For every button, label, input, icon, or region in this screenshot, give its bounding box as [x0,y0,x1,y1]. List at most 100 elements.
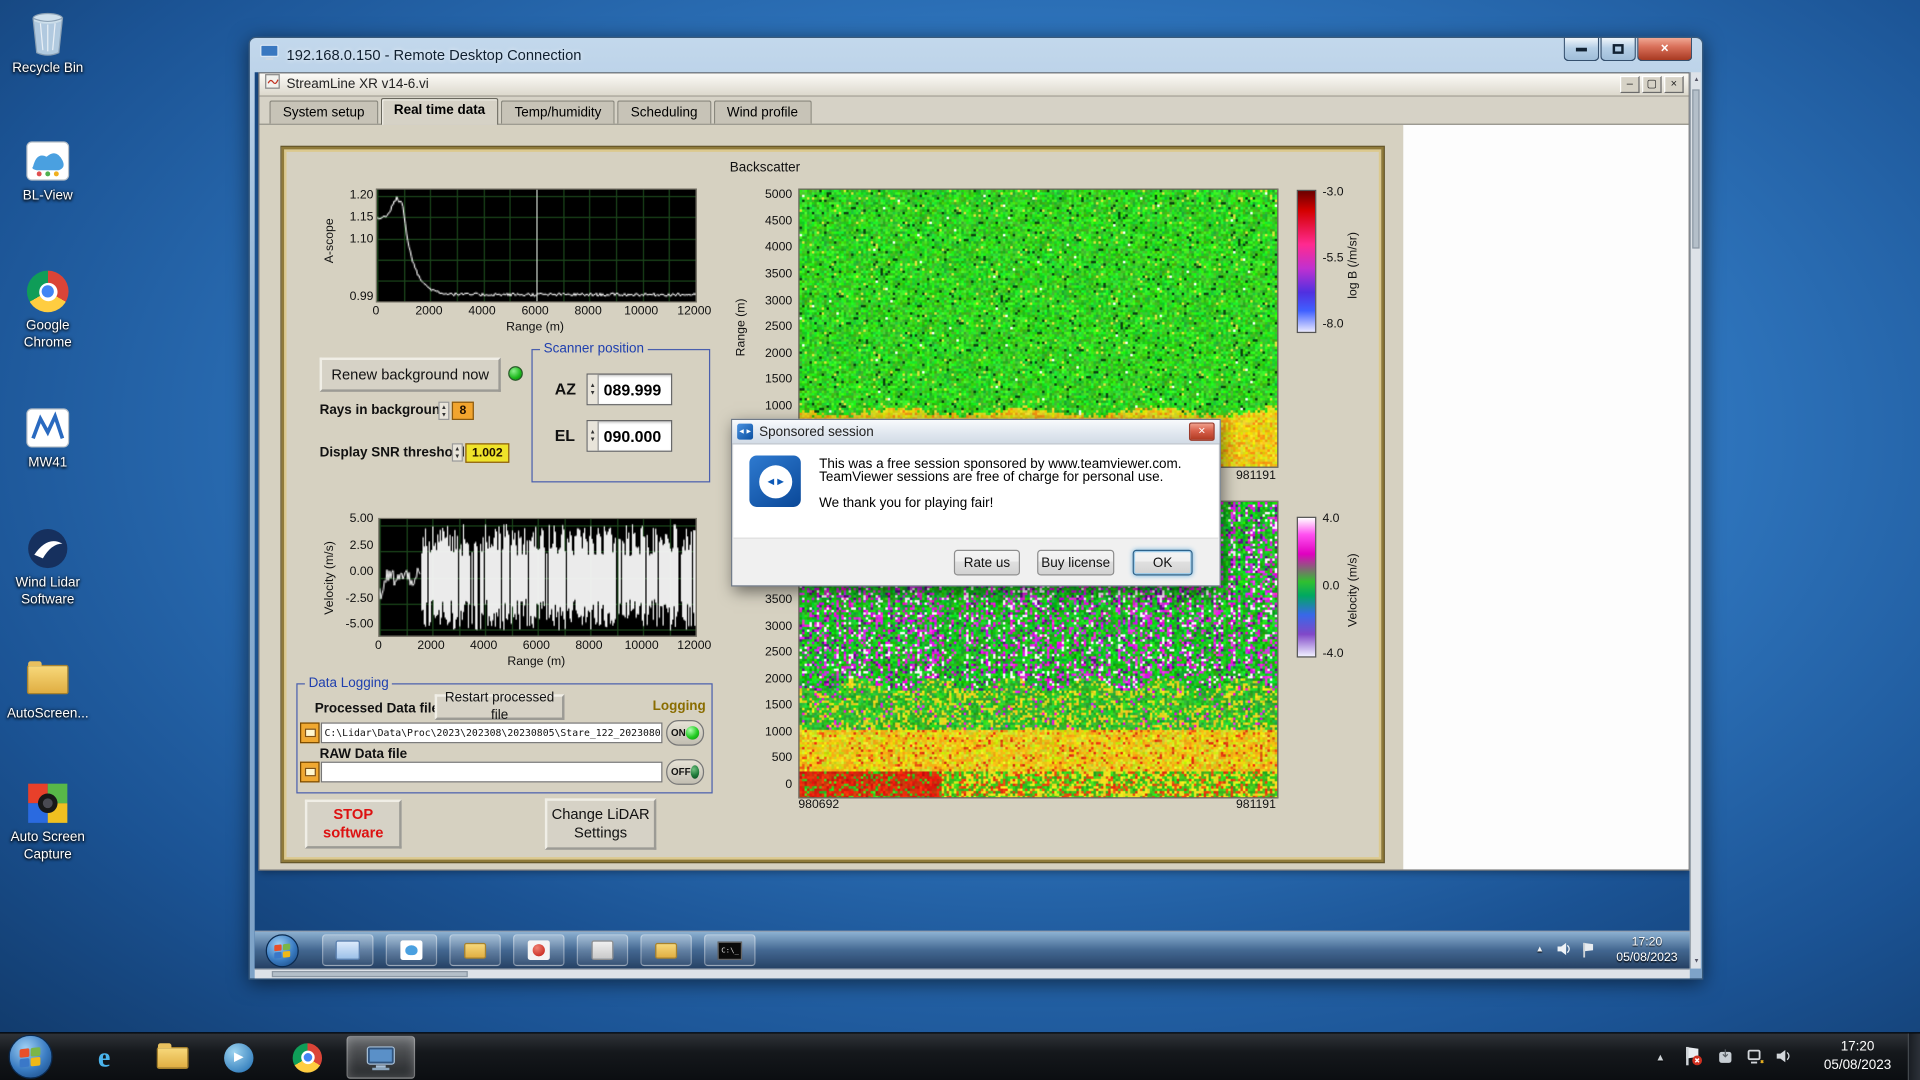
tick-label: 5.00 [349,512,374,526]
streamline-titlebar[interactable]: StreamLine XR v14-6.vi – ▢ × [259,73,1689,97]
snr-spinner[interactable]: ▲ ▼ [451,443,463,462]
rdp-maximize-button[interactable] [1600,37,1636,62]
stop-software-button[interactable]: STOP software [304,799,402,849]
taskbar-explorer-folder-icon[interactable] [143,1036,202,1079]
remote-clock-time: 17:20 [1631,935,1663,949]
raw-logging-toggle[interactable]: OFF [666,759,705,785]
ok-button[interactable]: OK [1132,549,1193,576]
desktop-icon-label: AutoScreen... [6,706,89,722]
scanner-position-title: Scanner position [540,341,648,357]
tick-label: 3500 [765,267,793,281]
desktop-icon-mw41[interactable]: MW41 [2,404,93,472]
rdp-horizontal-scrollbar[interactable] [254,968,1690,979]
taskbar-rdp-active-icon[interactable] [346,1035,416,1079]
streamline-close-button[interactable]: × [1664,75,1684,94]
raw-path-field[interactable] [320,761,663,783]
taskbar-chrome-icon[interactable] [278,1036,337,1079]
tray-volume-icon[interactable] [1776,1048,1793,1066]
streamline-window-title: StreamLine XR v14-6.vi [286,77,429,92]
desktop-icon-autoscreen[interactable]: AutoScreen... [2,655,93,723]
rate-us-button[interactable]: Rate us [953,549,1020,576]
remote-taskbar-explorer-icon[interactable] [322,934,374,967]
dialog-text-line2: TeamViewer sessions are free of charge f… [819,470,1164,485]
drive-icon [304,767,316,777]
velocity-map-x-right-label: 981191 [1235,798,1276,812]
desktop-icon-recycle-bin[interactable]: Recycle Bin [2,10,93,78]
desktop-icon-auto-screen-capture[interactable]: Auto Screen Capture [2,779,93,864]
dialog-close-button[interactable]: × [1188,422,1215,441]
change-lidar-settings-button[interactable]: Change LiDAR Settings [544,798,657,850]
tray-up-arrow-icon[interactable]: ▲ [1656,1052,1666,1063]
remote-tray-volume-icon[interactable] [1556,942,1571,959]
tab-temp-humidity[interactable]: Temp/humidity [501,100,615,124]
tick-label: 8000 [574,304,602,319]
raw-path-browse-button[interactable] [300,761,320,783]
az-label: AZ [554,379,576,398]
tray-action-center-flag-icon[interactable] [1682,1046,1703,1069]
tab-wind-profile[interactable]: Wind profile [713,100,812,124]
buy-license-button[interactable]: Buy license [1037,549,1115,576]
tick-label: 0.99 [349,290,374,304]
taskbar-internet-explorer-icon[interactable]: e [75,1036,134,1079]
desktop-icon-bl-view[interactable]: BL-View [2,137,93,205]
tab-real-time-data[interactable]: Real time data [380,97,499,125]
host-clock[interactable]: 17:20 05/08/2023 [1812,1038,1903,1075]
drive-icon [304,728,316,738]
snr-value-field[interactable]: 1.002 [465,443,510,463]
tray-device-icon[interactable] [1717,1048,1734,1068]
processed-path-browse-button[interactable] [300,722,320,744]
rdp-titlebar[interactable]: 192.168.0.150 - Remote Desktop Connectio… [250,38,1702,72]
restart-processed-file-button[interactable]: Restart processed file [434,690,565,722]
remote-taskbar-record-app-icon[interactable] [513,934,565,967]
el-field[interactable]: ▲ ▼ 090.000 [586,420,673,452]
dialog-titlebar[interactable]: ◄► Sponsored session × [732,420,1220,445]
host-start-button[interactable] [8,1034,53,1079]
desktop-icon-google-chrome[interactable]: Google Chrome [2,267,93,352]
dialog-text-line3: We thank you for playing fair! [819,495,994,511]
remote-taskbar-folder2-icon[interactable] [640,934,692,967]
tick-label: 6000 [521,304,549,319]
rdp-minimize-button[interactable] [1563,37,1600,62]
desktop-icon-label: Google Chrome [23,318,72,350]
streamline-maximize-button[interactable]: ▢ [1642,75,1662,94]
taskbar-media-player-icon[interactable]: ▶ [209,1036,268,1079]
tick-label: -2.50 [345,591,374,605]
remote-tray-up-arrow-icon[interactable]: ▲ [1536,945,1544,954]
tick-label: 12000 [677,304,712,319]
rays-value-field[interactable]: 8 [451,401,474,420]
remote-tray-flag-icon[interactable] [1581,942,1596,960]
processed-logging-toggle[interactable]: ON [666,720,705,746]
rays-spinner[interactable]: ▲ ▼ [438,401,450,420]
spinner-up-icon: ▲ [454,445,461,453]
remote-taskbar-blview-icon[interactable] [385,934,438,967]
renew-background-button[interactable]: Renew background now [319,357,501,392]
remote-taskbar-cmd-icon[interactable]: C:\_ [704,934,756,967]
recycle-bin-icon [2,10,93,59]
tab-system-setup[interactable]: System setup [269,100,378,124]
processed-path-field[interactable]: C:\Lidar\Data\Proc\2023\202308\20230805\… [320,722,663,744]
tab-scheduling[interactable]: Scheduling [617,100,711,124]
desktop-icon-wind-lidar[interactable]: Wind Lidar Software [2,524,93,609]
remote-taskbar-folder-icon[interactable] [449,934,501,967]
maximize-icon [1612,44,1624,54]
tick-label: 4000 [765,240,793,255]
rdp-vertical-scrollbar[interactable]: ▲ ▼ [1689,72,1701,969]
tick-label: 1.15 [349,210,374,225]
tick-label: 4000 [470,639,498,653]
az-field[interactable]: ▲ ▼ 089.999 [586,373,673,406]
az-spinner[interactable]: ▲ ▼ [587,374,599,405]
tick-label: 12000 [677,639,712,653]
backscatter-colorbar [1296,189,1317,334]
tick-label: 0.00 [349,565,374,579]
rdp-close-button[interactable]: × [1637,37,1693,62]
remote-clock[interactable]: 17:20 05/08/2023 [1608,934,1686,967]
chrome-icon [2,267,93,316]
streamline-minimize-button[interactable]: – [1620,75,1640,94]
tick-label: 10000 [624,639,659,653]
remote-start-button[interactable] [265,934,299,968]
show-desktop-button[interactable] [1907,1033,1920,1080]
el-spinner[interactable]: ▲ ▼ [587,421,599,451]
remote-taskbar-gray-app-icon[interactable] [576,934,629,967]
tray-network-icon[interactable] [1746,1048,1764,1068]
spinner-down-icon: ▼ [440,410,447,419]
